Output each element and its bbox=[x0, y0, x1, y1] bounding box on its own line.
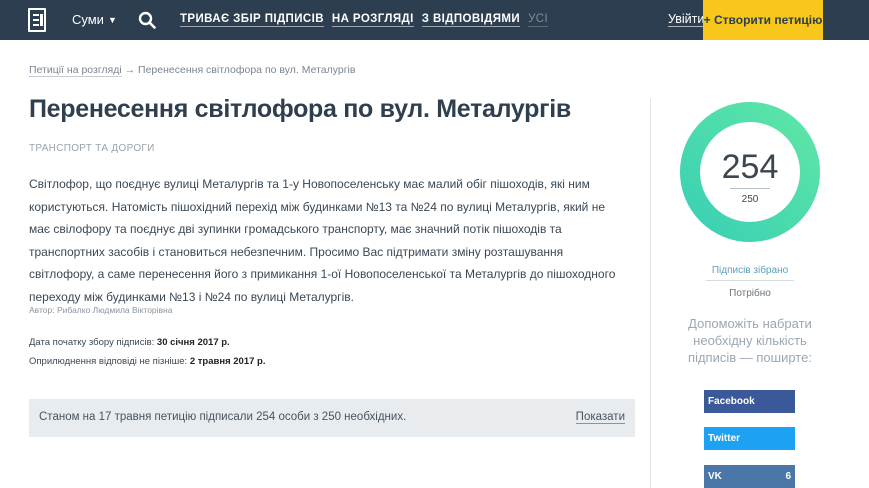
caret-down-icon: ▼ bbox=[107, 15, 117, 25]
answer-date-row: Оприлюднення відповіді не пізніше: 2 тра… bbox=[29, 356, 265, 367]
share-vk-button[interactable]: VK 6 bbox=[704, 465, 795, 488]
answer-date-value: 2 травня 2017 р. bbox=[189, 356, 266, 367]
nav-link-all[interactable]: УСІ bbox=[528, 13, 549, 27]
needed-label: Потрібно bbox=[729, 288, 771, 299]
signatures-status-bar: Станом на 17 травня петицію підписали 25… bbox=[29, 399, 635, 437]
counter-divider bbox=[730, 188, 770, 189]
vk-share-count: 6 bbox=[785, 471, 791, 482]
column-divider bbox=[650, 98, 651, 488]
answer-date-label: Оприлюднення відповіді не пізніше: bbox=[29, 356, 188, 367]
create-petition-button[interactable]: + Створити петицію bbox=[703, 0, 823, 40]
signatures-status-text: Станом на 17 травня петицію підписали 25… bbox=[39, 411, 407, 423]
share-twitter-button[interactable]: Twitter bbox=[704, 427, 795, 450]
signatures-target: 250 bbox=[741, 194, 759, 205]
nav-links: ТРИВАЄ ЗБІР ПІДПИСІВ НА РОЗГЛЯДІ З ВІДПО… bbox=[180, 13, 549, 27]
logo-icon[interactable] bbox=[28, 8, 46, 32]
vk-label: VK bbox=[708, 471, 722, 482]
petition-title: Перенесення світлофора по вул. Металургі… bbox=[29, 95, 571, 123]
signatures-count: 254 bbox=[721, 148, 779, 186]
share-help-text: Допоможіть набрати необхідну кількість п… bbox=[688, 316, 812, 365]
twitter-label: Twitter bbox=[708, 433, 741, 444]
petition-category: ТРАНСПОРТ ТА ДОРОГИ bbox=[29, 143, 155, 154]
city-selector[interactable]: Суми ▼ bbox=[72, 12, 117, 27]
share-facebook-button[interactable]: Facebook bbox=[704, 390, 795, 413]
city-label: Суми bbox=[72, 12, 104, 27]
nav-link-collecting[interactable]: ТРИВАЄ ЗБІР ПІДПИСІВ bbox=[180, 13, 324, 27]
start-date-label: Дата початку збору підписів: bbox=[29, 337, 155, 348]
petition-text: Світлофор, що поєднує вулиці Металургів … bbox=[29, 177, 616, 304]
breadcrumb-separator: → bbox=[121, 64, 139, 76]
breadcrumb-parent-link[interactable]: Петиції на розгляді bbox=[29, 64, 122, 77]
breadcrumb-current: Перенесення світлофора по вул. Металургі… bbox=[138, 64, 356, 76]
start-date-value: 30 січня 2017 р. bbox=[156, 337, 230, 348]
breadcrumb: Петиції на розгляді → Перенесення світло… bbox=[29, 64, 356, 77]
facebook-label: Facebook bbox=[708, 396, 755, 407]
start-date-row: Дата початку збору підписів: 30 січня 20… bbox=[29, 337, 230, 348]
petition-author: Автор: Рибалко Людмила Вікторівна bbox=[29, 305, 173, 315]
login-link[interactable]: Увійти bbox=[668, 12, 705, 27]
nav-link-answered[interactable]: З ВІДПОВІДЯМИ bbox=[421, 13, 521, 27]
top-navbar: Суми ▼ ТРИВАЄ ЗБІР ПІДПИСІВ НА РОЗГЛЯДІ З… bbox=[0, 0, 869, 40]
nav-link-review[interactable]: НА РОЗГЛЯДІ bbox=[331, 13, 414, 27]
search-icon[interactable] bbox=[138, 11, 156, 29]
collected-label: Підписів зібрано bbox=[706, 265, 794, 281]
show-signatures-link[interactable]: Показати bbox=[575, 411, 625, 424]
